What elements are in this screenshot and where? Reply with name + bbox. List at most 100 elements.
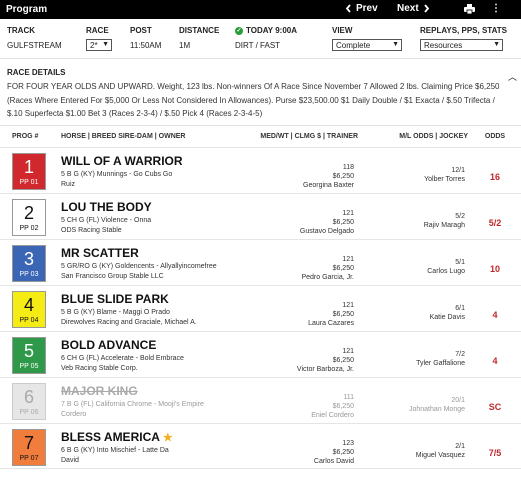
morning-line-odds: 20/1 <box>451 397 465 404</box>
distance-label: DISTANCE <box>179 26 220 35</box>
program-number: 5 <box>23 341 34 361</box>
program-number-badge: 2 PP 02 <box>12 199 46 236</box>
live-odds: 10 <box>489 264 500 274</box>
live-odds: 4 <box>492 356 498 366</box>
jockey: Tyler Gaffalione <box>416 360 465 367</box>
jockey: Miguel Vasquez <box>415 452 465 459</box>
post-position: PP 07 <box>19 455 39 462</box>
jockey: Yolber Torres <box>424 176 465 183</box>
race-select[interactable]: 2* ▼ <box>86 39 112 51</box>
today-value: DIRT / FAST <box>235 41 281 50</box>
col-horse: HORSE | BREED SIRE-DAM | OWNER <box>61 133 186 140</box>
distance-value: 1M <box>179 41 191 50</box>
horse-name-link[interactable]: BOLD ADVANCE <box>61 338 156 352</box>
table-row[interactable]: 1 PP 01 WILL OF A WARRIOR 5 B G (KY) Munnin… <box>0 147 521 193</box>
post-position: PP 05 <box>19 363 39 370</box>
window-title: Program <box>6 4 48 15</box>
view-label: VIEW <box>332 26 353 35</box>
divider <box>0 58 521 59</box>
program-number: 1 <box>23 157 34 177</box>
trainer: Eniel Cordero <box>311 412 354 419</box>
weight: 121 <box>342 302 354 309</box>
horse-name-link[interactable]: WILL OF A WARRIOR <box>61 154 183 168</box>
chevron-left-icon <box>345 4 351 13</box>
table-row[interactable]: 5 PP 05 BOLD ADVANCE 6 CH G (FL) Accelerate… <box>0 331 521 377</box>
post-position: PP 04 <box>19 317 39 324</box>
breed-sire-dam: 5 CH G (FL) Violence - Onna <box>61 217 152 224</box>
owner: Cordero <box>61 411 87 418</box>
breed-sire-dam: 6 CH G (FL) Accelerate - Bold Embrace <box>61 355 184 362</box>
view-select[interactable]: Complete ▼ <box>332 39 402 51</box>
race-label: RACE <box>86 26 109 35</box>
jockey: Rajiv Maragh <box>423 222 465 229</box>
jockey: Katie Davis <box>429 314 465 321</box>
morning-line-odds: 6/1 <box>455 305 465 312</box>
breed-sire-dam: 6 B G (KY) Into Mischief - Latte Da <box>61 447 169 454</box>
chevron-down-icon: ▼ <box>392 41 399 48</box>
horse-name: BOLD ADVANCE <box>61 338 157 352</box>
replays-select[interactable]: Resources ▼ <box>420 39 503 51</box>
trainer: Gustavo Delgado <box>299 228 354 235</box>
horse-name-link[interactable]: BLESS AMERICA ★ <box>61 430 173 444</box>
weight: 111 <box>343 394 354 401</box>
program-number-badge: 5 PP 05 <box>12 337 46 374</box>
more-icon: ⋮ <box>491 3 501 14</box>
race-value: 2* <box>90 40 98 50</box>
claiming-price: $6,250 <box>332 219 354 226</box>
weight: 121 <box>342 256 354 263</box>
live-odds: 7/5 <box>488 448 502 458</box>
more-button[interactable]: ⋮ <box>491 3 501 14</box>
check-icon: ✓ <box>235 26 243 35</box>
table-row[interactable]: 7 PP 07 BLESS AMERICA ★ 6 B G (KY) Into Misc… <box>0 423 521 469</box>
breed-sire-dam: 5 B G (KY) Munnings - Go Cubs Go <box>61 171 173 178</box>
claiming-price: $6,250 <box>332 265 354 272</box>
table-row[interactable]: 3 PP 03 MR SCATTER 5 GR/RO G (KY) Goldencen… <box>0 239 521 285</box>
prev-button[interactable]: Prev <box>345 3 378 14</box>
claiming-price: $6,250 <box>332 357 354 364</box>
owner: Direwolves Racing and Graciale, Michael … <box>61 319 197 326</box>
program-number-badge: 1 PP 01 <box>12 153 46 190</box>
claiming-price: $6,250 <box>332 173 354 180</box>
live-odds: 16 <box>489 172 500 182</box>
horse-name-link[interactable]: LOU THE BODY <box>61 200 152 214</box>
print-icon <box>464 4 475 15</box>
horse-name-link[interactable]: MAJOR KING <box>61 384 138 398</box>
horse-name-link[interactable]: BLUE SLIDE PARK <box>61 292 169 306</box>
next-label: Next <box>397 3 419 14</box>
program-number: 7 <box>23 433 34 453</box>
table-row[interactable]: 6 PP 06 MAJOR KING 7 B G (FL) California Ch… <box>0 377 521 423</box>
today-header: ✓ TODAY 9:00A <box>235 26 297 35</box>
replays-value: Resources <box>424 40 463 50</box>
table-row[interactable]: 2 PP 02 LOU THE BODY 5 CH G (FL) Violence -… <box>0 193 521 239</box>
horse-name: BLESS AMERICA <box>61 430 160 444</box>
program-number: 2 <box>23 203 34 223</box>
morning-line-odds: 5/1 <box>455 259 465 266</box>
jockey: Carlos Lugo <box>427 268 465 275</box>
weight: 121 <box>342 210 354 217</box>
horse-name: MR SCATTER <box>61 246 139 260</box>
trainer: Pedro Garcia, Jr. <box>301 274 354 281</box>
morning-line-odds: 12/1 <box>451 167 465 174</box>
race-details-title: RACE DETAILS <box>7 68 66 77</box>
post-position: PP 06 <box>19 409 39 416</box>
program-number: 3 <box>23 249 34 269</box>
weight: 123 <box>342 440 354 447</box>
horse-name-link[interactable]: MR SCATTER <box>61 246 139 260</box>
horse-name: MAJOR KING <box>61 384 138 398</box>
print-button[interactable] <box>464 4 475 16</box>
trainer: Carlos David <box>313 458 354 465</box>
owner: David <box>61 457 79 464</box>
owner: San Francisco Group Stable LLC <box>61 273 164 280</box>
morning-line-odds: 7/2 <box>455 351 465 358</box>
program-titlebar: Program Prev Next ⋮ <box>0 0 521 19</box>
prev-label: Prev <box>356 3 378 14</box>
table-row[interactable]: 4 PP 04 BLUE SLIDE PARK 5 B G (KY) Blame - … <box>0 285 521 331</box>
trainer: Laura Cazares <box>308 320 354 327</box>
owner: Ruiz <box>61 181 76 188</box>
chevron-down-icon: ▼ <box>102 41 109 48</box>
col-odds: ODDS <box>484 133 506 140</box>
today-label: TODAY 9:00A <box>246 26 297 35</box>
post-value: 11:50AM <box>130 41 162 50</box>
divider <box>0 125 521 126</box>
next-button[interactable]: Next <box>397 3 430 14</box>
